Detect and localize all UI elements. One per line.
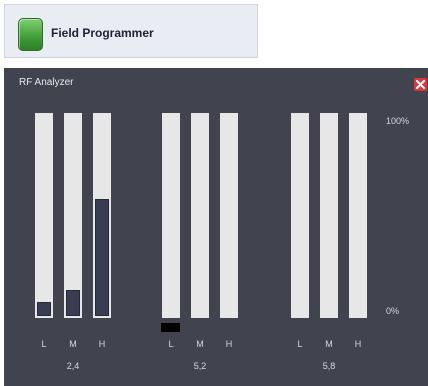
level-bar-5-2-L [162,113,180,318]
level-bar-2-4-L [35,113,53,318]
bar-label: M [196,339,204,349]
bar-label: L [41,339,47,349]
band-label: 2,4 [66,361,80,371]
bar-label: H [225,339,233,349]
level-bar-2-4-M [64,113,82,318]
window-title: RF Analyzer [19,77,74,88]
bar-label: M [69,339,77,349]
level-fill [37,302,51,316]
app-icon [18,18,43,51]
below-threshold-marker [161,323,180,332]
band-label: 5,8 [322,361,336,371]
level-bar-5-8-L [291,113,309,318]
field-programmer-tab[interactable]: Field Programmer [4,4,258,58]
bar-label: H [354,339,362,349]
close-icon[interactable] [414,78,427,91]
bar-label: M [325,339,333,349]
level-fill [66,290,80,316]
bar-label: L [297,339,303,349]
level-bar-5-8-M [320,113,338,318]
level-bar-5-2-M [191,113,209,318]
bar-label: H [98,339,106,349]
level-bar-2-4-H [93,113,111,318]
level-bar-5-8-H [349,113,367,318]
level-bar-5-2-H [220,113,238,318]
scale-min-label: 0% [386,306,400,316]
app-title: Field Programmer [51,26,154,40]
bar-label: L [168,339,174,349]
rf-analyzer-window: RF Analyzer 100% 0% L M H 2,4 L M H 5,2 L M H 5,8 [4,68,428,386]
scale-max-label: 100% [386,116,410,126]
band-label: 5,2 [193,361,207,371]
level-fill [95,199,109,316]
